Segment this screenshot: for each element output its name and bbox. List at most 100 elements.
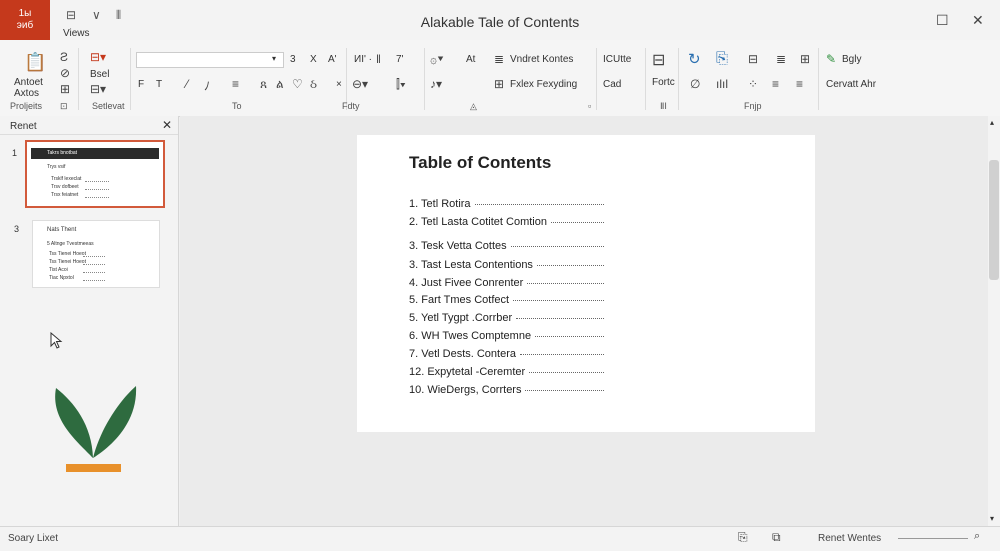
zoom-slider[interactable]	[898, 538, 968, 539]
style-grid-icon[interactable]: ⊞	[494, 77, 504, 91]
list-icon[interactable]: ≣	[776, 52, 786, 66]
copy-icon[interactable]: ⊘	[60, 66, 70, 80]
zoom-search-icon[interactable]: ⌕	[974, 530, 980, 543]
highlight-icon[interactable]: ♡	[292, 77, 303, 91]
notes-icon[interactable]: ⎘	[738, 530, 748, 545]
paste-icon[interactable]: 📋	[24, 52, 46, 73]
shape-outline-icon[interactable]: ♪▾	[430, 77, 442, 91]
group-dialog-launcher-icon[interactable]: ◬	[470, 101, 477, 112]
font-family-dropdown[interactable]	[136, 52, 284, 68]
replace-dropdown[interactable]: Cad	[603, 79, 621, 90]
section-icon[interactable]: ⊟▾	[90, 82, 106, 96]
ribbon-separator	[424, 48, 425, 110]
toc-entry[interactable]: 5. Yetl Tygpt .Corrber	[409, 312, 605, 324]
cut-icon[interactable]: Ƨ	[60, 50, 68, 64]
paste-label[interactable]: Antoet	[14, 77, 43, 88]
toc-entry[interactable]: 5. Fart Tmes Cotfect	[409, 294, 605, 306]
toc-leader-dots	[535, 335, 605, 337]
panel-title: Renet	[10, 121, 37, 132]
toc-leader-dots	[510, 245, 604, 247]
panel-close-icon[interactable]: ✕	[162, 118, 172, 132]
scroll-down-icon[interactable]: ▾	[990, 514, 994, 523]
toc-entry-text: 12. Expytetal -Ceremter	[409, 366, 526, 378]
strikethrough-icon[interactable]: ﾉ	[204, 77, 210, 94]
close-icon[interactable]: ✕	[972, 12, 984, 29]
align-left-icon[interactable]: ≡	[772, 77, 779, 91]
view-icon[interactable]: ⧉	[772, 530, 781, 545]
toc-entry[interactable]: 10. WieDergs, Corrters	[409, 384, 605, 396]
format-icon[interactable]: ⊟	[652, 50, 665, 70]
scroll-up-icon[interactable]: ▴	[990, 118, 994, 127]
align-right-icon[interactable]: ≡	[796, 77, 803, 91]
slide-thumbnail-1[interactable]: Takrs bnotbat Trys vsif Trsklf lexeclat …	[25, 140, 165, 208]
find-dropdown[interactable]: ICUtte	[603, 54, 631, 65]
designer-dropdown[interactable]: Bgly	[842, 54, 861, 65]
numbering-icon[interactable]: ǁ	[376, 52, 381, 66]
style-two-dropdown[interactable]: Fxlex Fexyding	[510, 79, 577, 90]
toc-entry[interactable]: 3. Tast Lesta Contentions	[409, 259, 604, 271]
grid-icon[interactable]: ⊞	[800, 52, 810, 66]
arrange-button[interactable]: At	[466, 54, 475, 65]
ribbon-separator	[130, 48, 131, 110]
toc-entry[interactable]: 12. Expytetal -Ceremter	[409, 366, 605, 378]
format-painter-icon[interactable]: ⊞	[60, 82, 70, 96]
toc-entry[interactable]: 1. Tetl Rotira	[409, 198, 604, 210]
designer-icon[interactable]: ✎	[826, 52, 836, 66]
columns-icon[interactable]: ⫿▾	[396, 77, 406, 92]
toc-entry[interactable]: 2. Tetl Lasta Cotitet Comtion	[409, 216, 604, 228]
link-icon[interactable]: ↻	[688, 50, 701, 68]
toc-entry[interactable]: 3. Tesk Vetta Cottes	[409, 240, 604, 252]
char-spacing-icon[interactable]: ጸ	[260, 77, 267, 92]
text-direction-button[interactable]: 7'	[396, 54, 403, 65]
align-icon[interactable]: ⊖▾	[352, 77, 368, 91]
document-icon[interactable]: ⎘	[716, 50, 728, 67]
maximize-icon[interactable]: ☐	[936, 12, 949, 29]
underline-icon[interactable]: ⁄	[186, 77, 188, 91]
clear-format-button[interactable]: X	[310, 54, 317, 65]
chart-icon[interactable]: ılıl	[716, 77, 728, 91]
status-text: Soary Lixet	[8, 533, 59, 544]
font-color-icon[interactable]: ል	[276, 77, 284, 92]
thumb-entry: Tist Acoi	[49, 267, 68, 273]
grow-font-button[interactable]: A'	[328, 54, 337, 65]
chevron-down-icon[interactable]: ▾	[272, 54, 276, 63]
ribbon-separator	[818, 48, 819, 110]
style-list-icon[interactable]: ≣	[494, 52, 504, 66]
toc-entry[interactable]: 6. WH Twes Comptemne	[409, 330, 605, 342]
italic-button[interactable]: T	[156, 79, 162, 90]
bold-button[interactable]: F	[138, 79, 144, 90]
toc-entry[interactable]: 7. Vetl Dests. Contera	[409, 348, 604, 360]
ribbon-separator	[645, 48, 646, 110]
style-one-button[interactable]: Vndret Kontes	[510, 54, 573, 65]
scrollbar-thumb[interactable]	[989, 160, 999, 280]
toc-entry[interactable]: 4. Just Fivee Conrenter	[409, 277, 605, 289]
shapes-icon[interactable]: ۞▾	[430, 52, 444, 66]
thumb-line: 5 Altnge Tvestmeeas	[47, 241, 94, 247]
group-dialog-launcher-icon[interactable]: ▫	[588, 101, 591, 111]
new-slide-icon[interactable]: ⊟▾	[90, 50, 106, 64]
case-icon[interactable]: ઠ	[310, 77, 317, 92]
thumb-leader	[85, 189, 109, 190]
bullets-button[interactable]: ИI' ·	[354, 54, 372, 65]
convert-button[interactable]: Cervatt Ahr	[826, 79, 876, 90]
attach-icon[interactable]: ∅	[690, 77, 700, 91]
slide-thumbnail-2[interactable]: Nats Thent 5 Altnge Tvestmeeas Tss Tiene…	[32, 220, 160, 288]
picture-icon[interactable]: ⊟	[748, 52, 758, 66]
font-size-button[interactable]: 3	[290, 54, 296, 65]
slide-title[interactable]: Table of Contents	[409, 153, 551, 173]
shadow-icon[interactable]: ≡	[232, 77, 239, 91]
toc-entry-text: 2. Tetl Lasta Cotitet Comtion	[409, 216, 547, 228]
toc-entry-text: 5. Fart Tmes Cotfect	[409, 294, 510, 306]
layout-button[interactable]: Bsel	[90, 69, 109, 80]
toc-entry-text: 3. Tesk Vetta Cottes	[409, 240, 507, 252]
toc-leader-dots	[474, 203, 604, 205]
mouse-cursor-icon	[50, 332, 63, 349]
thumb-entry: Trsklf lexeclat	[51, 176, 82, 182]
thumb-title: Takrs bnotbat	[47, 150, 78, 156]
format-button[interactable]: Fortc	[652, 77, 675, 88]
slide-number: 1	[12, 148, 18, 158]
toc-leader-dots	[520, 353, 604, 355]
clear-button[interactable]: ×	[336, 79, 342, 90]
toc-entry-text: 7. Vetl Dests. Contera	[409, 348, 516, 360]
dots-icon[interactable]: ⁘	[748, 77, 758, 91]
